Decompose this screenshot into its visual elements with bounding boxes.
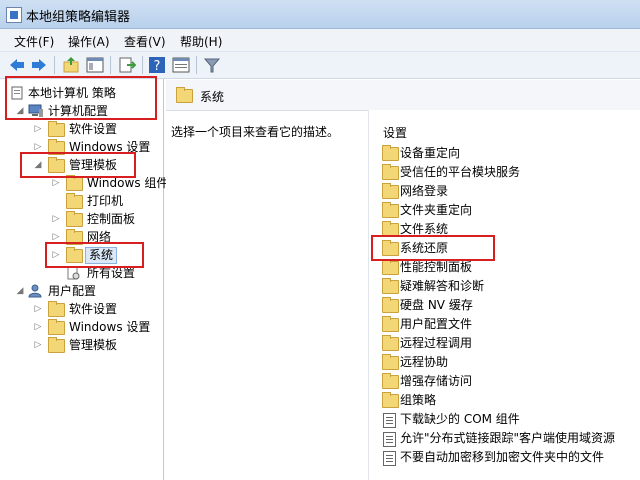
folder-icon [382,164,399,180]
expanded-arrow-icon[interactable]: ◢ [16,282,24,300]
policy-setting-icon [383,413,396,428]
tree-label: 管理模板 [69,338,118,352]
policy-setting-icon [383,451,396,466]
folder-icon [382,392,399,408]
folder-icon [48,121,65,137]
folder-icon [48,301,65,317]
properties-icon[interactable] [172,56,190,74]
collapsed-arrow-icon[interactable]: ▷ [34,300,42,318]
settings-item-label: 设备重定向 [400,146,461,160]
tree-label: 软件设置 [69,122,118,136]
description-text: 选择一个项目来查看它的描述。 [171,125,340,139]
tree-label: Windows 设置 [69,320,151,334]
menu-bar: 文件(F) 操作(A) 查看(V) 帮助(H) [0,29,640,52]
folder-icon [382,183,399,199]
menu-file[interactable]: 文件(F) [14,33,54,50]
settings-item-label: 不要自动加密移到加密文件夹中的文件 [400,450,605,464]
tree-label: 打印机 [87,194,124,208]
policy-setting-icon [383,432,396,447]
folder-icon [382,259,399,275]
details-header: 系统 [166,80,640,111]
settings-item-label: 下载缺少的 COM 组件 [400,412,520,426]
collapsed-arrow-icon[interactable]: ▷ [52,210,60,228]
window-title: 本地组策略编辑器 [26,10,131,25]
settings-item-label: 允许"分布式链接跟踪"客户端使用域资源 [400,431,616,445]
forward-arrow-icon[interactable] [30,56,48,74]
folder-icon [48,319,65,335]
tree-label: 用户配置 [48,284,97,298]
settings-item-label: 增强存储访问 [400,374,473,388]
up-folder-icon[interactable] [62,56,80,74]
collapsed-arrow-icon[interactable]: ▷ [34,120,42,138]
settings-item-label: 远程过程调用 [400,336,473,350]
folder-icon [382,354,399,370]
settings-item-label: 组策略 [400,393,437,407]
help-icon[interactable]: ? [148,56,166,74]
folder-icon [66,211,83,227]
svg-text:?: ? [154,59,161,74]
tree-label: 软件设置 [69,302,118,316]
collapsed-arrow-icon[interactable]: ▷ [34,318,42,336]
folder-icon [66,175,83,191]
folder-icon [382,278,399,294]
settings-item-label: 用户配置文件 [400,317,473,331]
menu-help[interactable]: 帮助(H) [180,33,222,50]
show-hide-tree-icon[interactable] [86,56,104,74]
highlight-box-computer-config [5,76,157,120]
settings-item-label: 硬盘 NV 缓存 [400,298,473,312]
folder-icon [382,145,399,161]
collapsed-arrow-icon[interactable]: ▷ [34,336,42,354]
highlight-box-admin-templates [20,152,136,178]
details-header-title: 系统 [200,90,225,104]
filter-icon[interactable] [203,56,221,74]
all-settings-icon [67,266,80,280]
folder-icon [176,87,193,103]
settings-item-label: 远程协助 [400,355,449,369]
folder-icon [382,297,399,313]
gpedit-app-icon [6,7,22,23]
back-arrow-icon[interactable] [8,56,26,74]
toolbar: ? [0,52,640,79]
settings-item-label: 受信任的平台模块服务 [400,165,521,179]
folder-icon [382,202,399,218]
settings-item-label: 文件夹重定向 [400,203,473,217]
tree-label: 控制面板 [87,212,136,226]
column-header-settings[interactable]: 设置 [383,124,407,141]
user-icon [28,284,42,298]
settings-item-label: 疑难解答和诊断 [400,279,485,293]
settings-item-label: 网络登录 [400,184,449,198]
menu-view[interactable]: 查看(V) [124,33,166,50]
highlight-box-system-restore [371,235,495,261]
folder-icon [48,337,65,353]
menu-action[interactable]: 操作(A) [68,33,110,50]
export-list-icon[interactable] [118,56,136,74]
folder-icon [382,373,399,389]
title-bar: 本地组策略编辑器 [0,0,640,29]
folder-icon [66,193,83,209]
highlight-box-system [45,242,144,268]
folder-icon [382,335,399,351]
folder-icon [382,316,399,332]
